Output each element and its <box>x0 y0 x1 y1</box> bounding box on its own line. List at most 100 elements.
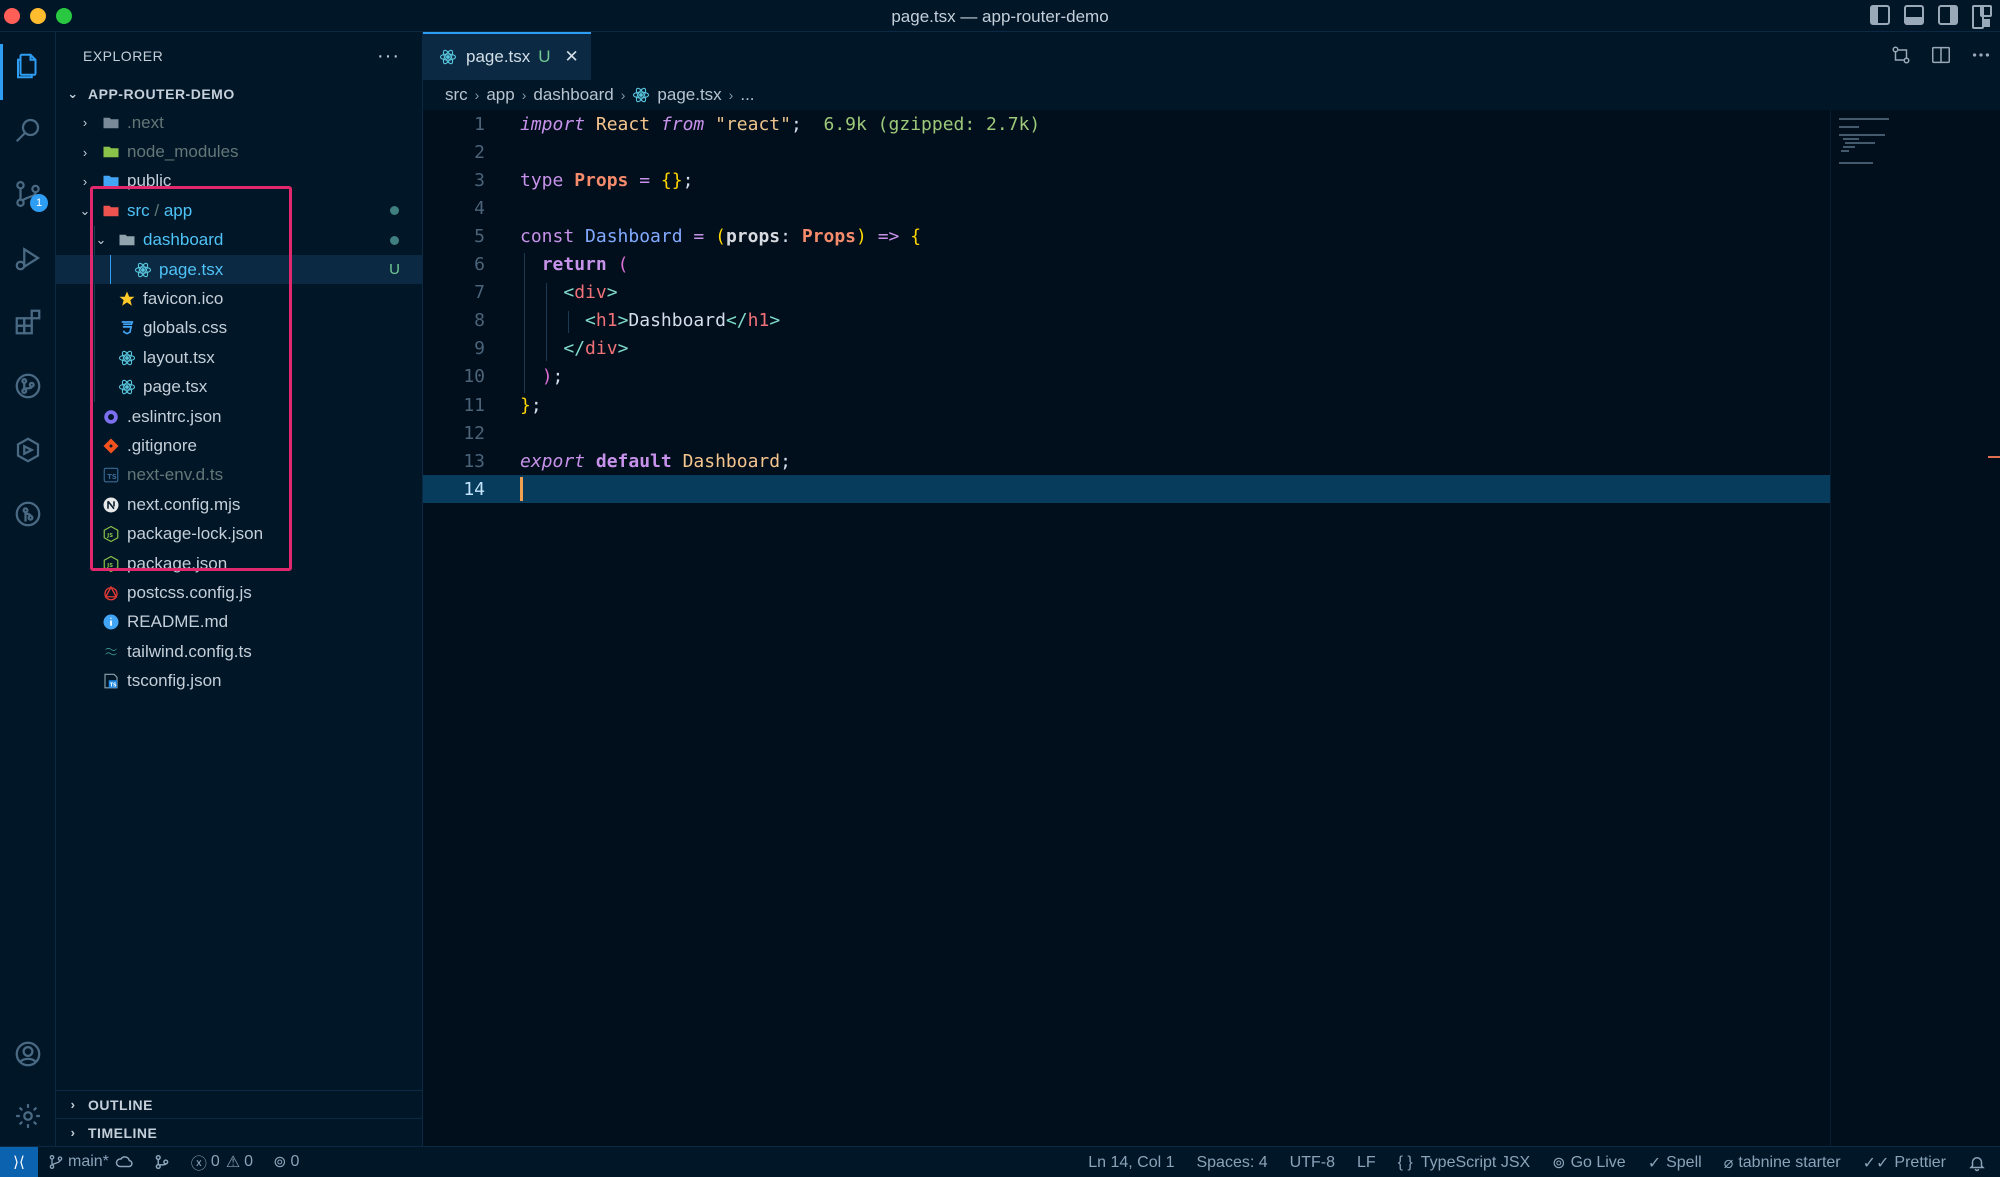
warning-icon: ⚠ <box>225 1154 241 1171</box>
folder-icon <box>102 114 120 132</box>
tree-folder[interactable]: ⌄ dashboard <box>56 225 422 255</box>
git-lens-icon[interactable] <box>8 494 48 534</box>
indent-guide <box>546 282 547 361</box>
tree-file[interactable]: page.tsx <box>56 372 422 402</box>
git-graph-icon[interactable] <box>8 366 48 406</box>
text-cursor <box>520 477 523 502</box>
minimap[interactable] <box>1830 110 2000 1146</box>
tree-file[interactable]: tailwind.config.ts <box>56 637 422 666</box>
tree-file[interactable]: .gitignore <box>56 431 422 460</box>
explorer-icon[interactable] <box>8 46 48 86</box>
workspace-root-header[interactable]: ⌄ APP-ROUTER-DEMO <box>56 80 422 108</box>
tree-folder[interactable]: › public <box>56 167 422 196</box>
run-debug-icon[interactable] <box>8 238 48 278</box>
tabnine-button[interactable]: ⌀ tabnine starter <box>1724 1153 1841 1173</box>
tree-item-label: src / app <box>127 201 192 221</box>
indentation[interactable]: Spaces: 4 <box>1196 1154 1267 1172</box>
problems-indicator[interactable]: ⓧ 0 ⚠ 0 <box>191 1150 253 1174</box>
breadcrumb-item[interactable]: page.tsx <box>657 85 721 105</box>
tree-item-name: next-env.d.ts <box>127 465 224 485</box>
git-icon <box>102 437 120 455</box>
breadcrumb-item[interactable]: ... <box>740 85 754 105</box>
toggle-panel-icon[interactable] <box>1904 5 1924 25</box>
chevron-down-icon[interactable]: ⌄ <box>94 232 108 248</box>
branch-indicator[interactable]: main* <box>48 1153 133 1171</box>
open-changes-icon[interactable] <box>1890 44 1912 66</box>
tree-item-name: .gitignore <box>127 435 197 455</box>
chevron-right-icon[interactable]: › <box>78 145 92 160</box>
code-line: 9 </div> <box>423 335 1833 363</box>
bottom-sections: › OUTLINE › TIMELINE <box>56 1090 423 1146</box>
tree-item-label: dashboard <box>143 230 223 250</box>
chevron-down-icon[interactable]: ⌄ <box>78 203 92 219</box>
tree-item-name: tsconfig.json <box>127 671 222 691</box>
tree-file[interactable]: layout.tsx <box>56 343 422 373</box>
tab-page-tsx[interactable]: page.tsx U ✕ <box>423 32 591 80</box>
language-mode[interactable]: { } TypeScript JSX <box>1398 1154 1531 1172</box>
toggle-primary-sidebar-icon[interactable] <box>1870 5 1890 25</box>
chevron-right-icon[interactable]: › <box>78 174 92 189</box>
manage-gear-icon[interactable] <box>8 1096 48 1136</box>
line-text: ); <box>541 366 564 388</box>
tree-folder[interactable]: › .next <box>56 108 422 137</box>
more-editor-actions-icon[interactable] <box>1970 44 1992 66</box>
tree-file[interactable]: .eslintrc.json <box>56 402 422 431</box>
cursor-position[interactable]: Ln 14, Col 1 <box>1088 1154 1174 1172</box>
customize-layout-icon[interactable] <box>1972 5 1992 29</box>
tree-item-label: node_modules <box>127 142 239 162</box>
end-of-line[interactable]: LF <box>1357 1154 1376 1172</box>
tree-file[interactable]: JS package-lock.json <box>56 519 422 548</box>
remote-explorer-icon[interactable] <box>8 430 48 470</box>
tree-file[interactable]: next.config.mjs <box>56 490 422 519</box>
code-line: 2 <box>423 138 1833 166</box>
remote-indicator-icon[interactable]: ⟩⟨ <box>0 1146 38 1177</box>
account-icon[interactable] <box>8 1034 48 1074</box>
tree-folder[interactable]: › node_modules <box>56 137 422 166</box>
more-actions-icon[interactable]: ··· <box>377 45 400 68</box>
notifications-bell-icon[interactable] <box>1968 1154 1986 1172</box>
breadcrumb-item[interactable]: app <box>486 85 514 105</box>
breadcrumb-item[interactable]: dashboard <box>533 85 613 105</box>
source-control-icon[interactable]: 1 <box>8 174 48 214</box>
search-icon[interactable] <box>8 110 48 150</box>
split-editor-icon[interactable] <box>1930 44 1952 66</box>
react-icon <box>118 349 136 367</box>
tree-item-name: public <box>127 171 172 191</box>
tree-file[interactable]: README.md <box>56 608 422 637</box>
tree-file[interactable]: favicon.ico <box>56 284 422 314</box>
tab-close-icon[interactable]: ✕ <box>565 47 579 67</box>
toggle-secondary-sidebar-icon[interactable] <box>1938 5 1958 25</box>
spell-check-button[interactable]: ✓ Spell <box>1648 1153 1702 1173</box>
code-line: 11}; <box>423 391 1833 419</box>
tree-item-name: src <box>127 200 150 220</box>
code-editor[interactable]: 1 import React from "react"; 6.9k (gzippe… <box>423 110 1849 1110</box>
encoding[interactable]: UTF-8 <box>1290 1154 1335 1172</box>
tree-file[interactable]: JS package.json <box>56 549 422 578</box>
tree-file[interactable]: TS next-env.d.ts <box>56 461 422 490</box>
info-icon <box>102 613 120 631</box>
go-live-button[interactable]: ⊚ Go Live <box>1552 1153 1626 1173</box>
tree-file[interactable]: TS tsconfig.json <box>56 666 422 695</box>
tree-item-name: globals.css <box>143 318 228 338</box>
indent-guide <box>524 252 525 393</box>
prettier-label: Prettier <box>1894 1153 1946 1171</box>
chevron-right-icon[interactable]: › <box>78 115 92 130</box>
explorer-header: EXPLORER ··· <box>56 32 422 80</box>
line-text: import React from "react"; 6.9k (gzipped… <box>520 113 1041 135</box>
branch-name: main* <box>68 1153 109 1170</box>
prettier-button[interactable]: ✓✓ Prettier <box>1863 1153 1946 1173</box>
outline-section-header[interactable]: › OUTLINE <box>56 1090 423 1118</box>
line-number: 14 <box>463 478 485 500</box>
breadcrumb-item[interactable]: src <box>445 85 468 105</box>
timeline-section-header[interactable]: › TIMELINE <box>56 1118 423 1146</box>
git-graph-status-icon[interactable] <box>153 1153 171 1171</box>
tree-file[interactable]: page.tsx U <box>56 254 422 285</box>
tree-file[interactable]: globals.css <box>56 313 422 344</box>
tree-folder[interactable]: ⌄ src / app <box>56 196 422 225</box>
tree-file[interactable]: postcss.config.js <box>56 578 422 607</box>
nodejs-icon: JS <box>102 525 120 543</box>
line-text: export default Dashboard; <box>520 450 791 472</box>
tree-item-name: page.tsx <box>159 259 224 279</box>
extensions-icon[interactable] <box>8 302 48 342</box>
ports-indicator[interactable]: ⊚ 0 <box>273 1152 299 1172</box>
